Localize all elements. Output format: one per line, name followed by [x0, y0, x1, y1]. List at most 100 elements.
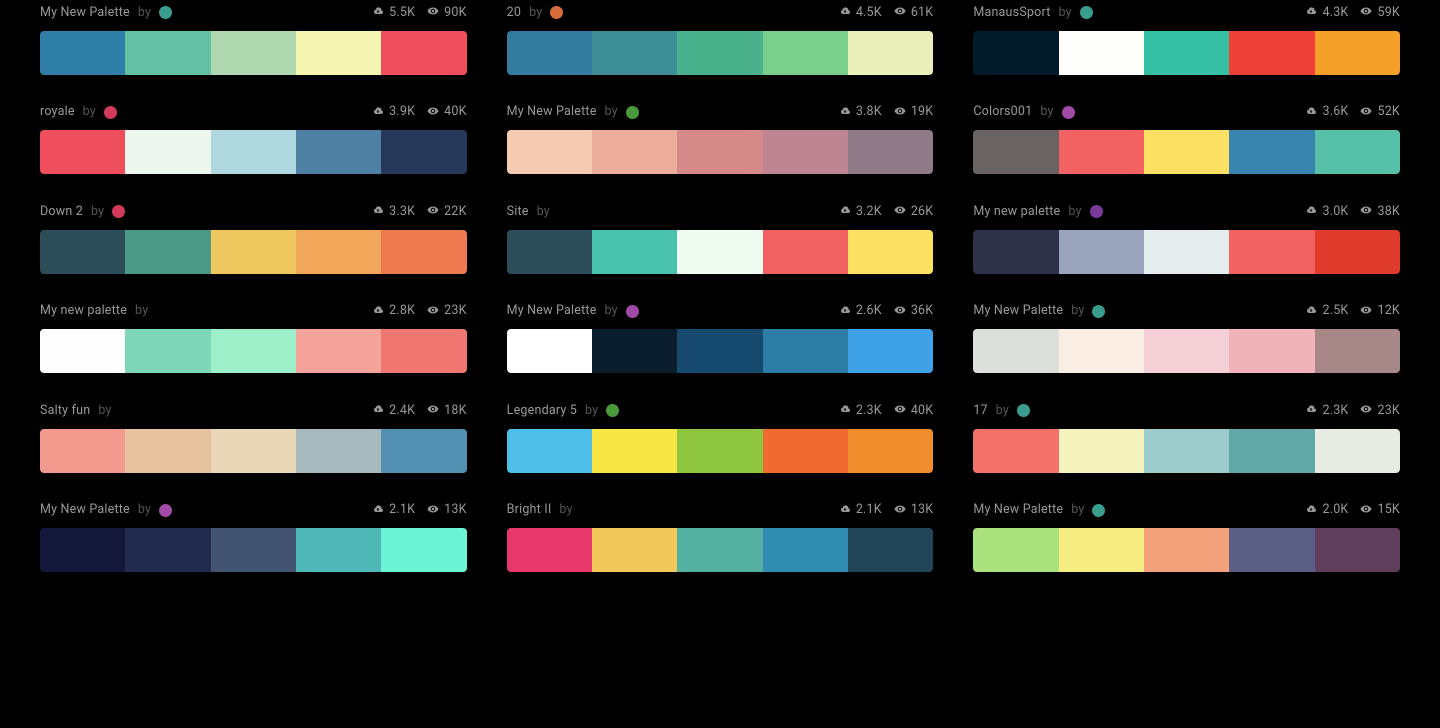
color-swatch[interactable] [296, 130, 381, 174]
color-swatch[interactable] [381, 329, 466, 373]
color-swatch[interactable] [677, 329, 762, 373]
color-swatch[interactable] [1144, 31, 1229, 75]
color-swatch[interactable] [973, 528, 1058, 572]
author-avatar[interactable] [159, 504, 172, 517]
palette-title-link[interactable]: My New Palette [973, 305, 1063, 318]
color-swatch[interactable] [1229, 130, 1314, 174]
palette-swatches[interactable] [973, 31, 1400, 75]
color-swatch[interactable] [1059, 528, 1144, 572]
palette-swatches[interactable] [40, 31, 467, 75]
color-swatch[interactable] [848, 230, 933, 274]
color-swatch[interactable] [381, 528, 466, 572]
palette-title-link[interactable]: My new palette [973, 206, 1060, 219]
palette-card[interactable]: My New Paletteby2.6K36K [507, 304, 934, 374]
color-swatch[interactable] [40, 130, 125, 174]
palette-swatches[interactable] [507, 528, 934, 572]
palette-title-link[interactable]: My New Palette [40, 7, 130, 20]
palette-card[interactable]: Legendary 5by2.3K40K [507, 403, 934, 473]
color-swatch[interactable] [973, 429, 1058, 473]
palette-title-link[interactable]: royale [40, 106, 75, 119]
palette-title-link[interactable]: Salty fun [40, 405, 90, 418]
color-swatch[interactable] [125, 429, 210, 473]
color-swatch[interactable] [677, 31, 762, 75]
color-swatch[interactable] [763, 230, 848, 274]
palette-swatches[interactable] [40, 528, 467, 572]
author-avatar[interactable] [550, 6, 563, 19]
color-swatch[interactable] [211, 329, 296, 373]
palette-swatches[interactable] [40, 130, 467, 174]
color-swatch[interactable] [211, 230, 296, 274]
palette-card[interactable]: ManausSportby4.3K59K [973, 5, 1400, 75]
author-avatar[interactable] [1017, 404, 1030, 417]
palette-swatches[interactable] [973, 230, 1400, 274]
color-swatch[interactable] [125, 130, 210, 174]
color-swatch[interactable] [848, 429, 933, 473]
color-swatch[interactable] [763, 429, 848, 473]
color-swatch[interactable] [763, 528, 848, 572]
palette-card[interactable]: royaleby3.9K40K [40, 105, 467, 175]
color-swatch[interactable] [381, 130, 466, 174]
color-swatch[interactable] [296, 230, 381, 274]
color-swatch[interactable] [1059, 230, 1144, 274]
color-swatch[interactable] [40, 429, 125, 473]
palette-swatches[interactable] [40, 429, 467, 473]
author-avatar[interactable] [626, 106, 639, 119]
palette-card[interactable]: My New Paletteby2.1K13K [40, 503, 467, 573]
color-swatch[interactable] [296, 429, 381, 473]
author-avatar[interactable] [112, 205, 125, 218]
palette-card[interactable]: Salty funby2.4K18K [40, 403, 467, 473]
color-swatch[interactable] [125, 31, 210, 75]
palette-swatches[interactable] [973, 528, 1400, 572]
color-swatch[interactable] [592, 230, 677, 274]
color-swatch[interactable] [677, 230, 762, 274]
color-swatch[interactable] [848, 31, 933, 75]
author-avatar[interactable] [1062, 106, 1075, 119]
color-swatch[interactable] [677, 429, 762, 473]
color-swatch[interactable] [507, 31, 592, 75]
palette-swatches[interactable] [507, 31, 934, 75]
color-swatch[interactable] [1144, 528, 1229, 572]
author-avatar[interactable] [1080, 6, 1093, 19]
color-swatch[interactable] [1059, 429, 1144, 473]
palette-swatches[interactable] [507, 230, 934, 274]
color-swatch[interactable] [592, 429, 677, 473]
palette-swatches[interactable] [40, 329, 467, 373]
color-swatch[interactable] [1059, 31, 1144, 75]
palette-card[interactable]: My new paletteby3.0K38K [973, 204, 1400, 274]
palette-card[interactable]: 20by4.5K61K [507, 5, 934, 75]
palette-title-link[interactable]: Bright II [507, 504, 552, 517]
palette-title-link[interactable]: Down 2 [40, 206, 83, 219]
palette-swatches[interactable] [973, 130, 1400, 174]
color-swatch[interactable] [592, 130, 677, 174]
color-swatch[interactable] [973, 31, 1058, 75]
color-swatch[interactable] [1229, 31, 1314, 75]
color-swatch[interactable] [1144, 429, 1229, 473]
color-swatch[interactable] [40, 329, 125, 373]
color-swatch[interactable] [296, 329, 381, 373]
color-swatch[interactable] [211, 429, 296, 473]
color-swatch[interactable] [1229, 429, 1314, 473]
palette-title-link[interactable]: 17 [973, 405, 987, 418]
palette-swatches[interactable] [507, 130, 934, 174]
color-swatch[interactable] [381, 429, 466, 473]
color-swatch[interactable] [973, 230, 1058, 274]
color-swatch[interactable] [125, 528, 210, 572]
color-swatch[interactable] [40, 230, 125, 274]
color-swatch[interactable] [973, 130, 1058, 174]
color-swatch[interactable] [296, 528, 381, 572]
palette-swatches[interactable] [973, 429, 1400, 473]
author-avatar[interactable] [1090, 205, 1103, 218]
palette-card[interactable]: Colors001by3.6K52K [973, 105, 1400, 175]
palette-card[interactable]: 17by2.3K23K [973, 403, 1400, 473]
color-swatch[interactable] [1144, 230, 1229, 274]
color-swatch[interactable] [1144, 329, 1229, 373]
color-swatch[interactable] [1315, 230, 1400, 274]
color-swatch[interactable] [592, 31, 677, 75]
color-swatch[interactable] [592, 329, 677, 373]
author-avatar[interactable] [606, 404, 619, 417]
color-swatch[interactable] [1229, 230, 1314, 274]
color-swatch[interactable] [211, 130, 296, 174]
palette-card[interactable]: My New Paletteby5.5K90K [40, 5, 467, 75]
palette-swatches[interactable] [507, 429, 934, 473]
palette-title-link[interactable]: 20 [507, 7, 521, 20]
